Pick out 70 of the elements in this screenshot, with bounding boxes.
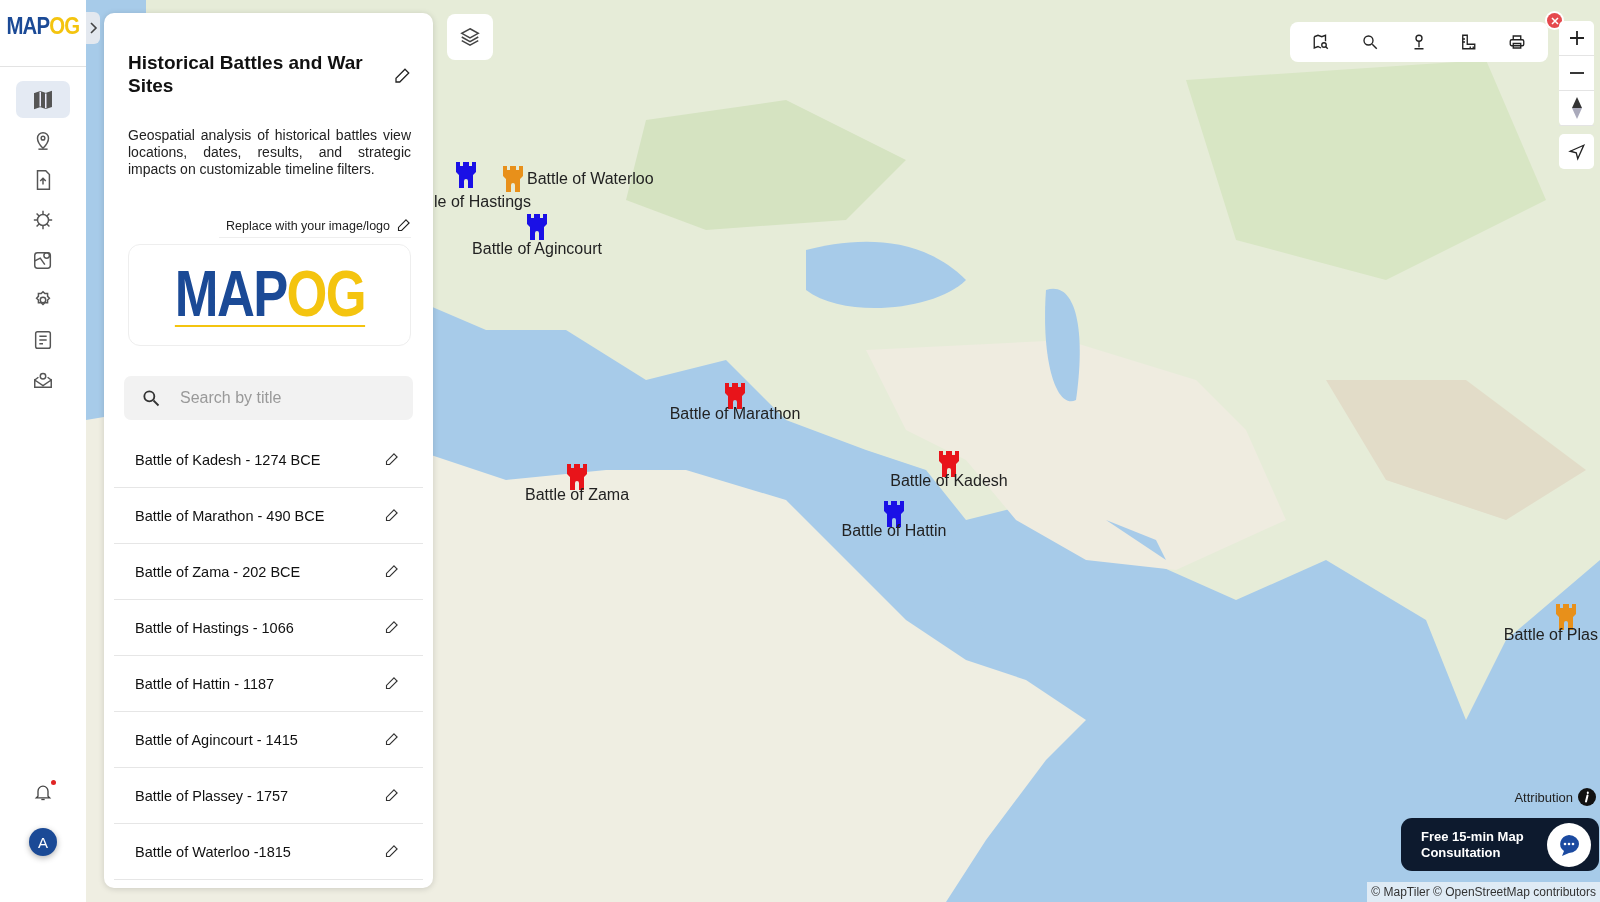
chevron-icon <box>88 21 98 35</box>
layers-button[interactable] <box>447 14 493 60</box>
list-icon <box>32 328 54 351</box>
pencil-icon[interactable] <box>384 732 399 747</box>
close-button[interactable] <box>1547 13 1562 28</box>
battle-title: Battle of Hastings - 1066 <box>135 619 294 636</box>
battle-title: Battle of Hattin - 1187 <box>135 675 275 692</box>
marker-label: Battle of Zama <box>525 486 629 504</box>
battle-list-item[interactable]: Battle of Zama - 202 BCE <box>114 544 423 600</box>
castle-icon[interactable] <box>526 214 548 240</box>
battle-title: Battle of Zama - 202 BCE <box>135 563 301 580</box>
description: Geospatial analysis of historical battles view locations, dates, results, and strategic impacts on customizable timeline filters. <box>128 127 411 178</box>
marker-label: Battle of Waterloo <box>527 170 654 188</box>
marker-label: Battle of Plas <box>1503 626 1598 644</box>
logo: MAPOG <box>6 12 80 40</box>
layers-icon <box>459 26 481 48</box>
castle-icon[interactable] <box>724 383 746 409</box>
castle-icon[interactable] <box>1555 604 1577 630</box>
map-search-icon <box>1311 33 1330 51</box>
info-icon[interactable] <box>1578 788 1596 806</box>
navigation-arrow-icon <box>1567 142 1586 161</box>
battle-list-item[interactable]: Battle of Waterloo -1815 <box>114 824 423 880</box>
map-icon <box>32 88 54 111</box>
search-field[interactable]: Search by title <box>124 376 413 420</box>
pencil-icon[interactable] <box>384 564 399 579</box>
battle-title: Battle of Kadesh - 1274 BCE <box>135 451 321 468</box>
castle-icon[interactable] <box>566 464 588 490</box>
plus-icon <box>1568 30 1585 46</box>
chat-icon <box>1547 822 1591 867</box>
attribution-link[interactable]: Attribution <box>1514 789 1573 805</box>
nav-button[interactable] <box>16 81 70 118</box>
search-icon <box>141 388 161 408</box>
battle-title: Battle of Marathon - 490 BCE <box>135 507 325 524</box>
battle-list-item[interactable]: Battle of Agincourt - 1415 <box>114 712 423 768</box>
map-credits: © MapTiler © OpenStreetMap contributors <box>1367 882 1600 902</box>
marker-label: le of Hastings <box>434 193 531 211</box>
avatar[interactable]: A <box>29 828 57 856</box>
pencil-icon[interactable] <box>384 620 399 635</box>
battle-title: Battle of Plassey - 1757 <box>135 787 289 804</box>
search-icon <box>1360 33 1379 51</box>
minus-icon <box>1568 72 1585 74</box>
panel-title: Historical Battles and War Sites <box>128 51 364 97</box>
expand-button[interactable] <box>86 12 100 44</box>
pencil-icon[interactable] <box>393 67 411 85</box>
battle-list-item[interactable]: Battle of Marathon - 490 BCE <box>114 488 423 544</box>
pencil-icon[interactable] <box>384 508 399 523</box>
pencil-icon[interactable] <box>396 218 411 233</box>
ruler-icon <box>1459 33 1478 51</box>
logo: MAPOG <box>174 263 365 327</box>
close-icon <box>1550 16 1559 25</box>
pencil-icon[interactable] <box>384 452 399 467</box>
castle-icon[interactable] <box>455 162 477 188</box>
marker-label: Battle of Marathon <box>669 405 801 423</box>
logo-hint: Replace with your image/logo <box>226 218 390 233</box>
pencil-icon[interactable] <box>384 788 399 803</box>
consultation-button[interactable]: Free 15-min Map Consultation <box>1401 818 1599 871</box>
battle-list-item[interactable]: Battle of Kadesh - 1274 BCE <box>114 432 423 488</box>
battle-list-item[interactable]: Battle of Hattin - 1187 <box>114 656 423 712</box>
marker-label: Battle of Hattin <box>841 522 947 540</box>
battle-title: Battle of Agincourt - 1415 <box>135 731 298 748</box>
printer-icon <box>1508 33 1527 51</box>
locate-button[interactable] <box>1559 134 1594 169</box>
battle-list-item[interactable]: Battle of Plassey - 1757 <box>114 768 423 824</box>
marker-label: Battle of Agincourt <box>472 240 602 258</box>
marker-label: Battle of Kadesh <box>890 472 1008 490</box>
compass-icon <box>1570 97 1583 119</box>
pencil-icon[interactable] <box>384 676 399 691</box>
battle-list-item[interactable]: Battle of Hastings - 1066 <box>114 600 423 656</box>
battle-title: Battle of Waterloo -1815 <box>135 843 291 860</box>
pencil-icon[interactable] <box>384 844 399 859</box>
